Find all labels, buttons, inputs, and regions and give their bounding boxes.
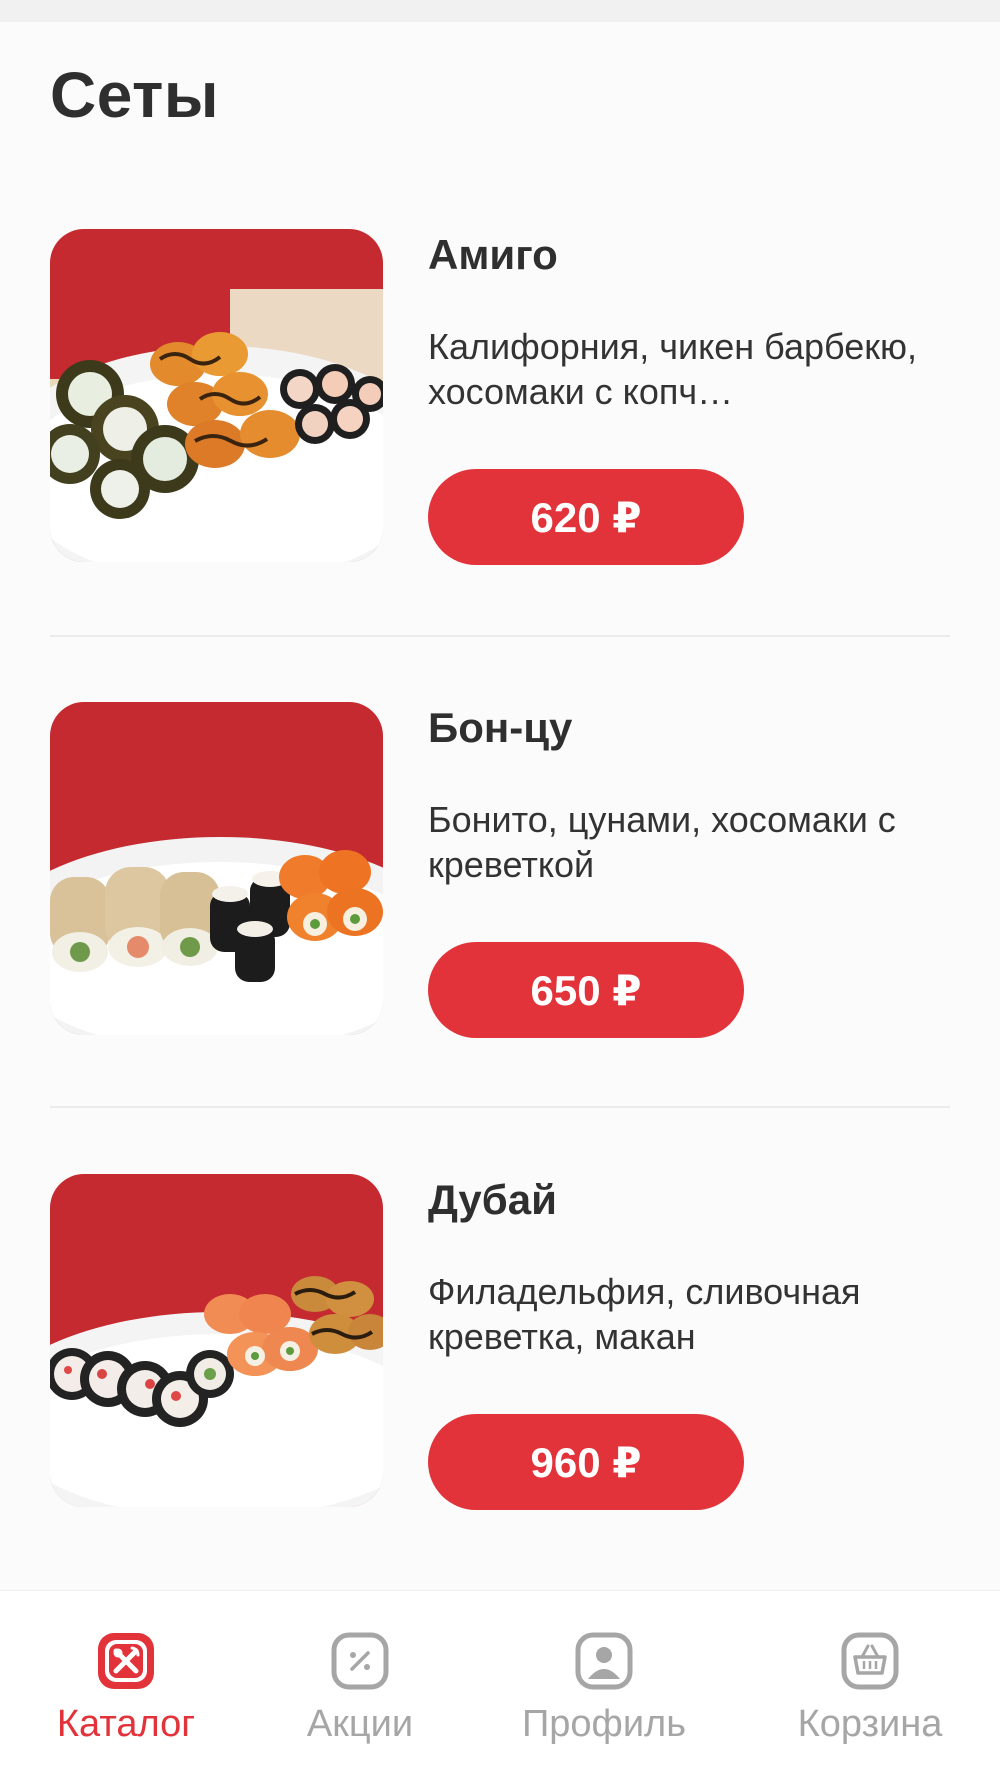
tab-label: Профиль [521, 1703, 687, 1745]
divider [50, 1106, 950, 1108]
cart-basket-icon [841, 1632, 899, 1690]
tab-promotions[interactable]: Акции [250, 1631, 470, 1761]
price-button[interactable]: 620 ₽ [428, 469, 744, 565]
tab-label: Корзина [797, 1703, 943, 1745]
tab-label: Каталог [56, 1703, 196, 1745]
product-card[interactable]: Амиго Калифорния, чикен барбекю, хосомак… [0, 229, 1000, 569]
product-photo[interactable] [50, 702, 383, 1035]
product-description: Филадельфия, сливочная креветка, макан [428, 1271, 861, 1357]
product-photo[interactable] [50, 1174, 383, 1507]
divider [50, 635, 950, 637]
discount-percent-icon [331, 1632, 389, 1690]
product-card[interactable]: Дубай Филадельфия, сливочная креветка, м… [0, 1174, 1000, 1514]
product-name: Бон-цу [428, 704, 573, 751]
product-name: Дубай [428, 1176, 557, 1223]
price-button[interactable]: 650 ₽ [428, 942, 744, 1038]
price-button[interactable]: 960 ₽ [428, 1414, 744, 1510]
product-card[interactable]: Бон-цу Бонито, цунами, хосомаки с кревет… [0, 702, 1000, 1042]
status-bar-strip [0, 0, 1000, 22]
product-photo[interactable] [50, 229, 383, 562]
product-name: Амиго [428, 231, 558, 278]
tab-label: Акции [306, 1703, 414, 1745]
product-description: Бонито, цунами, хосомаки с креветкой [428, 799, 896, 885]
tab-cart[interactable]: Корзина [760, 1631, 980, 1761]
tab-profile[interactable]: Профиль [494, 1631, 714, 1761]
product-description: Калифорния, чикен барбекю, хосомаки с ко… [428, 326, 918, 412]
page-title: Сеты [50, 59, 219, 131]
tab-catalog[interactable]: Каталог [16, 1631, 236, 1761]
bottom-tab-bar: Каталог Акции Профиль Корзина [0, 1590, 1000, 1779]
catalog-fork-knife-icon [98, 1633, 154, 1689]
profile-user-icon [575, 1632, 633, 1690]
